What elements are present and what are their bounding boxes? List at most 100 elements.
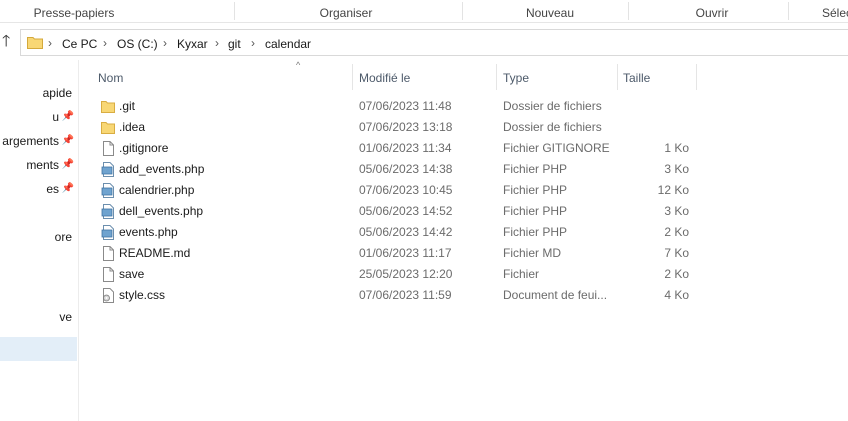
ribbon-group-organize[interactable]: Organiser: [260, 0, 432, 22]
file-type: Document de feui...: [503, 288, 608, 302]
file-row[interactable]: .gitignore 01/06/2023 11:34 Fichier GITI…: [97, 138, 697, 159]
file-name: events.php: [119, 225, 178, 239]
breadcrumb-git[interactable]: git: [228, 37, 241, 51]
file-row[interactable]: save 25/05/2023 12:20 Fichier 2 Ko: [97, 264, 697, 285]
ribbon-group-open[interactable]: Ouvrir: [660, 0, 764, 22]
file-type: Fichier PHP: [503, 183, 568, 197]
nav-item-blank[interactable]: [0, 249, 78, 273]
file-name: add_events.php: [119, 162, 205, 176]
file-type: Dossier de fichiers: [503, 120, 602, 134]
file-name: save: [119, 267, 145, 281]
nav-item-label: es: [46, 182, 59, 196]
file-name: README.md: [119, 246, 191, 260]
nav-item-label: ore: [54, 230, 72, 244]
file-size: 3 Ko: [664, 162, 689, 176]
column-header-type[interactable]: Type: [497, 68, 617, 90]
file-type: Fichier PHP: [503, 225, 568, 239]
file-modified: 05/06/2023 14:38: [359, 162, 453, 176]
css-file-icon: [103, 288, 114, 303]
file-size: 1 Ko: [664, 141, 689, 155]
file-icon: [103, 246, 114, 261]
php-file-icon: [101, 162, 114, 177]
column-header-modified[interactable]: Modifié le: [353, 68, 496, 90]
column-headers: ^ Nom Modifié le Type Taille: [78, 60, 848, 90]
chevron-right-icon[interactable]: ›: [103, 36, 107, 50]
file-type: Fichier PHP: [503, 162, 568, 176]
file-type: Fichier: [503, 267, 540, 281]
file-icon: [103, 267, 114, 282]
file-row[interactable]: add_events.php 05/06/2023 14:38 Fichier …: [97, 159, 697, 180]
column-divider[interactable]: [696, 64, 697, 90]
ribbon-separator: [462, 2, 463, 20]
file-type: Fichier MD: [503, 246, 562, 260]
nav-item-downloads[interactable]: argements 📌: [0, 129, 78, 153]
nav-item-desktop[interactable]: u 📌: [0, 105, 78, 129]
file-modified: 07/06/2023 13:18: [359, 120, 453, 134]
php-file-icon: [101, 225, 114, 240]
ribbon-separator: [628, 2, 629, 20]
nav-item-blank[interactable]: [0, 273, 78, 297]
folder-icon: [101, 101, 115, 113]
nav-item-label: ments: [26, 158, 59, 172]
file-row[interactable]: .idea 07/06/2023 13:18 Dossier de fichie…: [97, 117, 697, 138]
file-name: calendrier.php: [119, 183, 195, 197]
file-modified: 07/06/2023 11:59: [359, 288, 452, 302]
file-name: .idea: [119, 120, 146, 134]
file-row[interactable]: .git 07/06/2023 11:48 Dossier de fichier…: [97, 96, 697, 117]
file-row[interactable]: calendrier.php 07/06/2023 10:45 Fichier …: [97, 180, 697, 201]
pin-icon: 📌: [61, 183, 74, 194]
nav-item-label: argements: [2, 134, 59, 148]
nav-item-drive[interactable]: ve: [0, 305, 78, 329]
file-modified: 07/06/2023 10:45: [359, 183, 453, 197]
file-row[interactable]: README.md 01/06/2023 11:17 Fichier MD 7 …: [97, 243, 697, 264]
file-size: 3 Ko: [664, 204, 689, 218]
nav-item-explore[interactable]: ore: [0, 225, 78, 249]
ribbon-separator: [788, 2, 789, 20]
nav-item-label: ve: [59, 310, 72, 324]
ribbon-group-new[interactable]: Nouveau: [492, 0, 608, 22]
pin-icon: 📌: [61, 159, 74, 170]
file-row[interactable]: events.php 05/06/2023 14:42 Fichier PHP …: [97, 222, 697, 243]
chevron-right-icon[interactable]: ›: [163, 36, 167, 50]
ribbon-group-select[interactable]: Sélec: [822, 0, 848, 22]
chevron-right-icon[interactable]: ›: [48, 36, 52, 50]
folder-icon: [27, 37, 43, 49]
breadcrumb-drive[interactable]: OS (C:): [117, 37, 158, 51]
ribbon: Presse-papiers Organiser Nouveau Ouvrir …: [0, 0, 848, 23]
column-header-size[interactable]: Taille: [617, 68, 695, 90]
ribbon-group-clipboard[interactable]: Presse-papiers: [0, 0, 148, 22]
file-modified: 05/06/2023 14:52: [359, 204, 453, 218]
chevron-right-icon[interactable]: ›: [251, 36, 255, 50]
pin-icon: 📌: [61, 135, 74, 146]
up-arrow-icon[interactable]: 🡑: [2, 34, 10, 50]
file-type: Fichier PHP: [503, 204, 568, 218]
file-size: 4 Ko: [664, 288, 689, 302]
file-row[interactable]: dell_events.php 05/06/2023 14:52 Fichier…: [97, 201, 697, 222]
nav-item-label: apide: [42, 86, 72, 100]
file-modified: 01/06/2023 11:17: [359, 246, 452, 260]
folder-icon: [101, 122, 115, 134]
nav-item-documents[interactable]: ments 📌: [0, 153, 78, 177]
file-row[interactable]: style.css 07/06/2023 11:59 Document de f…: [97, 285, 697, 306]
nav-item-quick-access[interactable]: apide: [0, 81, 78, 105]
ribbon-separator: [234, 2, 235, 20]
breadcrumb-calendar[interactable]: calendar: [265, 37, 311, 51]
nav-selection-highlight: [0, 337, 77, 361]
file-icon: [103, 141, 114, 156]
file-modified: 05/06/2023 14:42: [359, 225, 453, 239]
file-modified: 25/05/2023 12:20: [359, 267, 453, 281]
file-type: Dossier de fichiers: [503, 99, 602, 113]
address-bar-row: 🡑 › Ce PC › OS (C:) › Kyxar › git › cale…: [0, 28, 848, 58]
breadcrumb-kyxar[interactable]: Kyxar: [177, 37, 208, 51]
php-file-icon: [101, 183, 114, 198]
navigation-pane: apide u 📌 argements 📌 ments 📌 es 📌 ore ve: [0, 60, 79, 421]
nav-item-pictures[interactable]: es 📌: [0, 177, 78, 201]
chevron-right-icon[interactable]: ›: [215, 36, 219, 50]
file-size: 12 Ko: [657, 183, 689, 197]
nav-item-blank[interactable]: [0, 201, 78, 225]
column-header-name[interactable]: Nom: [92, 68, 352, 90]
address-bar[interactable]: › Ce PC › OS (C:) › Kyxar › git › calend…: [20, 29, 848, 56]
file-name: style.css: [119, 288, 166, 302]
file-size: 2 Ko: [664, 267, 689, 281]
breadcrumb-this-pc[interactable]: Ce PC: [62, 37, 97, 51]
